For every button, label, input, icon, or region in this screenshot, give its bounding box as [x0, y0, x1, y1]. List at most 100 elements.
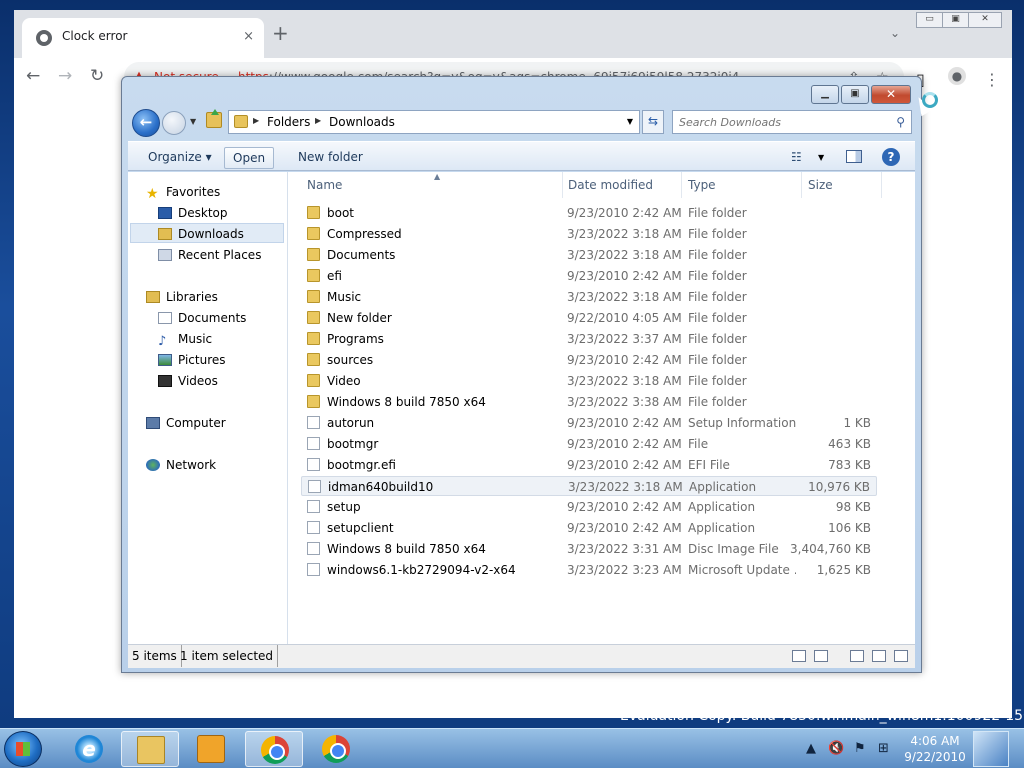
- nav-label: Favorites: [166, 185, 221, 199]
- file-row[interactable]: New folder 9/22/2010 4:05 AM File folder: [301, 308, 877, 328]
- browser-close-button[interactable]: ✕: [968, 12, 1002, 28]
- start-button[interactable]: [4, 731, 42, 767]
- close-button[interactable]: ✕: [871, 85, 911, 104]
- address-breadcrumb[interactable]: ▶ Folders ▶ Downloads ▼: [228, 110, 640, 134]
- details-pane-icon[interactable]: [894, 650, 908, 662]
- open-button[interactable]: Open: [224, 147, 275, 169]
- forward-arrow-icon[interactable]: →: [58, 66, 72, 86]
- file-row[interactable]: sources 9/23/2010 2:42 AM File folder: [301, 350, 877, 370]
- details-view-icon[interactable]: [792, 650, 806, 662]
- breadcrumb-separator-icon[interactable]: ▶: [253, 116, 259, 125]
- nav-favorites[interactable]: ★ Favorites: [146, 182, 220, 202]
- layout-icon[interactable]: [850, 650, 864, 662]
- reload-icon[interactable]: ↻: [90, 66, 104, 86]
- file-icon: [307, 563, 320, 576]
- menu-dots-icon[interactable]: ⋮: [984, 70, 1000, 89]
- file-row[interactable]: setupclient 9/23/2010 2:42 AM Application 1…: [301, 518, 877, 538]
- browser-maximize-button[interactable]: ▣: [942, 12, 969, 28]
- minimize-button[interactable]: ▁: [811, 85, 839, 104]
- file-size: 106 KB: [828, 521, 871, 535]
- taskbar-chrome[interactable]: [245, 731, 303, 767]
- browser-minimize-button[interactable]: ▭: [916, 12, 943, 28]
- browser-tab[interactable]: Clock error ×: [22, 18, 264, 58]
- breadcrumb-separator-icon[interactable]: ▶: [315, 116, 321, 125]
- file-row[interactable]: Documents 3/23/2022 3:18 AM File folder: [301, 245, 877, 265]
- profile-avatar-icon[interactable]: ●: [948, 67, 966, 85]
- volume-muted-icon[interactable]: 🔇: [828, 741, 844, 756]
- file-row[interactable]: setup 9/23/2010 2:42 AM Application 98 KB: [301, 497, 877, 517]
- globe-icon: [36, 30, 52, 46]
- file-row[interactable]: Compressed 3/23/2022 3:18 AM File folder: [301, 224, 877, 244]
- back-button[interactable]: ←: [132, 109, 160, 137]
- forward-button[interactable]: [162, 111, 186, 135]
- tab-search-icon[interactable]: ⌄: [890, 26, 900, 40]
- nav-recent-places[interactable]: Recent Places: [158, 245, 261, 265]
- file-date: 9/23/2010 2:42 AM: [567, 206, 682, 220]
- column-name[interactable]: ▲ Name: [301, 172, 563, 198]
- tiles-view-icon[interactable]: [814, 650, 828, 662]
- history-dropdown-icon[interactable]: ▼: [190, 117, 196, 126]
- search-icon[interactable]: ⚲: [896, 115, 905, 129]
- organize-button[interactable]: Organize ▾: [140, 147, 220, 169]
- file-row[interactable]: Video 3/23/2022 3:18 AM File folder: [301, 371, 877, 391]
- change-view-icon[interactable]: ☷: [791, 150, 802, 164]
- column-date-modified[interactable]: Date modified: [562, 172, 682, 198]
- nav-videos[interactable]: Videos: [158, 371, 218, 391]
- nav-pictures[interactable]: Pictures: [158, 350, 226, 370]
- maximize-button[interactable]: ▣: [841, 85, 869, 104]
- nav-desktop[interactable]: Desktop: [158, 203, 228, 223]
- network-tray-icon[interactable]: ⊞: [878, 741, 889, 756]
- search-input[interactable]: [679, 114, 879, 130]
- new-tab-button[interactable]: +: [272, 23, 289, 43]
- taskbar-media-player[interactable]: [182, 731, 240, 767]
- file-row[interactable]: efi 9/23/2010 2:42 AM File folder: [301, 266, 877, 286]
- nav-libraries[interactable]: Libraries: [146, 287, 218, 307]
- up-folder-icon[interactable]: [206, 109, 222, 128]
- breadcrumb-folders[interactable]: Folders: [267, 115, 310, 129]
- system-clock[interactable]: 4:06 AM 9/22/2010: [900, 733, 970, 765]
- nav-computer[interactable]: Computer: [146, 413, 226, 433]
- folder-icon: [307, 353, 320, 366]
- show-desktop-button[interactable]: [973, 731, 1009, 767]
- column-size[interactable]: Size: [802, 172, 882, 198]
- file-row[interactable]: boot 9/23/2010 2:42 AM File folder: [301, 203, 877, 223]
- folder-icon: [234, 115, 248, 128]
- column-type[interactable]: Type: [682, 172, 802, 198]
- view-dropdown-icon[interactable]: ▼: [818, 153, 824, 162]
- new-folder-button[interactable]: New folder: [290, 147, 371, 169]
- nav-label: Documents: [178, 311, 247, 325]
- file-row[interactable]: Programs 3/23/2022 3:37 AM File folder: [301, 329, 877, 349]
- nav-documents[interactable]: Documents: [158, 308, 246, 328]
- command-bar: Organize ▾ Open New folder ☷ ▼ ?: [128, 141, 915, 171]
- clock-time: 4:06 AM: [910, 734, 960, 748]
- back-arrow-icon[interactable]: ←: [26, 66, 40, 86]
- file-row[interactable]: Windows 8 build 7850 x64 3/23/2022 3:38 A…: [301, 392, 877, 412]
- help-icon[interactable]: ?: [882, 148, 900, 166]
- nav-downloads[interactable]: Downloads: [130, 223, 284, 243]
- address-dropdown-icon[interactable]: ▼: [627, 117, 633, 126]
- file-date: 9/23/2010 2:42 AM: [567, 458, 682, 472]
- file-row[interactable]: bootmgr 9/23/2010 2:42 AM File 463 KB: [301, 434, 877, 454]
- taskbar-internet-explorer[interactable]: e: [60, 731, 118, 767]
- folder-icon: [307, 374, 320, 387]
- file-row[interactable]: idman640build10 3/23/2022 3:18 AM Applicat…: [301, 476, 877, 496]
- file-type: Microsoft Update ...: [688, 563, 796, 577]
- preview-pane-icon[interactable]: [846, 150, 862, 163]
- file-row[interactable]: bootmgr.efi 9/23/2010 2:42 AM EFI File 783 …: [301, 455, 877, 475]
- file-row[interactable]: Windows 8 build 7850 x64 3/23/2022 3:31 A…: [301, 539, 877, 559]
- nav-network[interactable]: Network: [146, 455, 216, 475]
- taskbar-chrome-2[interactable]: [307, 731, 365, 767]
- file-explorer-icon: [137, 736, 165, 764]
- nav-music[interactable]: ♪ Music: [158, 329, 212, 349]
- search-box[interactable]: ⚲: [672, 110, 912, 134]
- file-row[interactable]: Music 3/23/2022 3:18 AM File folder: [301, 287, 877, 307]
- file-row[interactable]: autorun 9/23/2010 2:42 AM Setup Informatio…: [301, 413, 877, 433]
- file-row[interactable]: windows6.1-kb2729094-v2-x64 3/23/2022 3:2…: [301, 560, 877, 580]
- taskbar-explorer[interactable]: [121, 731, 179, 767]
- preview-layout-icon[interactable]: [872, 650, 886, 662]
- show-hidden-icons[interactable]: ▲: [806, 741, 816, 756]
- action-center-flag-icon[interactable]: ⚑: [854, 741, 866, 756]
- breadcrumb-downloads[interactable]: Downloads: [329, 115, 395, 129]
- tab-close-icon[interactable]: ×: [243, 29, 254, 44]
- refresh-icon[interactable]: ⇆: [642, 110, 664, 134]
